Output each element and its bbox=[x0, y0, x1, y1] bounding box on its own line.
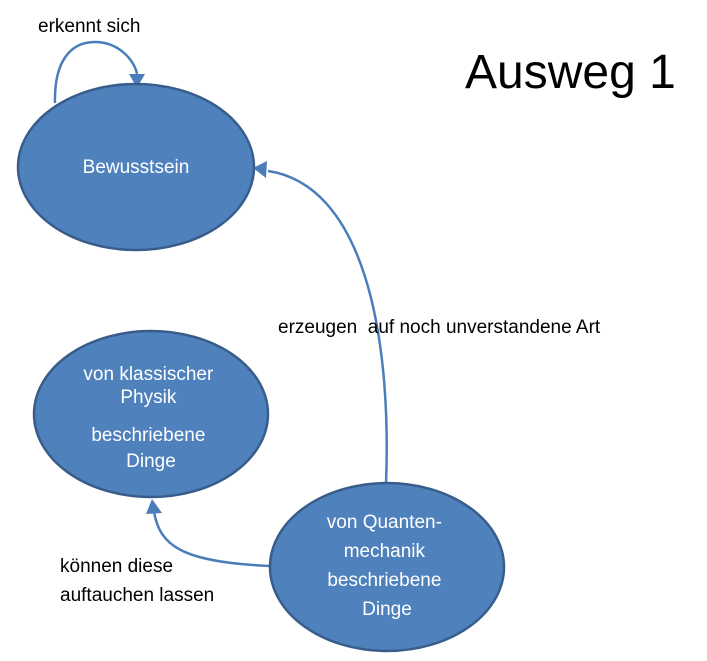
edge-label-quanten-to-klassisch: können diese auftauchen lassen bbox=[60, 556, 214, 606]
node-klassisch-shape bbox=[32, 329, 270, 499]
edge-label-quanten-to-bewusstsein-line: erzeugen auf noch unverstandene Art bbox=[278, 317, 601, 338]
edge-label-quanten-to-klassisch-line: können diese bbox=[60, 556, 173, 577]
node-quanten-line: beschriebene bbox=[327, 570, 441, 591]
diagram-canvas: Ausweg 1 Bewusstsein von klassischer Phy… bbox=[16, 16, 676, 653]
edge-label-self-loop: erkennt sich bbox=[38, 16, 140, 37]
node-quanten-line: von Quanten- bbox=[327, 512, 442, 533]
node-quanten-line: mechanik bbox=[344, 541, 426, 562]
diagram-title: Ausweg 1 bbox=[465, 46, 676, 99]
node-bewusstsein: Bewusstsein bbox=[16, 82, 256, 252]
node-quanten-line: Dinge bbox=[362, 599, 412, 620]
quanten-to-klassisch-arrowhead bbox=[146, 499, 162, 514]
node-klassisch-line: Dinge bbox=[126, 451, 176, 472]
node-quanten: von Quanten- mechanik beschriebene Dinge bbox=[268, 481, 506, 653]
edge-label-self-loop-line: erkennt sich bbox=[38, 16, 140, 37]
edge-label-quanten-to-bewusstsein: erzeugen auf noch unverstandene Art bbox=[278, 317, 601, 338]
node-bewusstsein-label: Bewusstsein bbox=[83, 157, 190, 178]
node-klassisch: von klassischer Physik beschriebene Ding… bbox=[32, 329, 270, 499]
node-bewusstsein-line: Bewusstsein bbox=[83, 157, 190, 178]
node-klassisch-line: beschriebene bbox=[91, 425, 205, 446]
node-klassisch-line: Physik bbox=[120, 387, 176, 408]
node-klassisch-line: von klassischer bbox=[83, 364, 214, 385]
edge-label-quanten-to-klassisch-line: auftauchen lassen bbox=[60, 585, 214, 606]
node-quanten-shape bbox=[268, 481, 506, 653]
